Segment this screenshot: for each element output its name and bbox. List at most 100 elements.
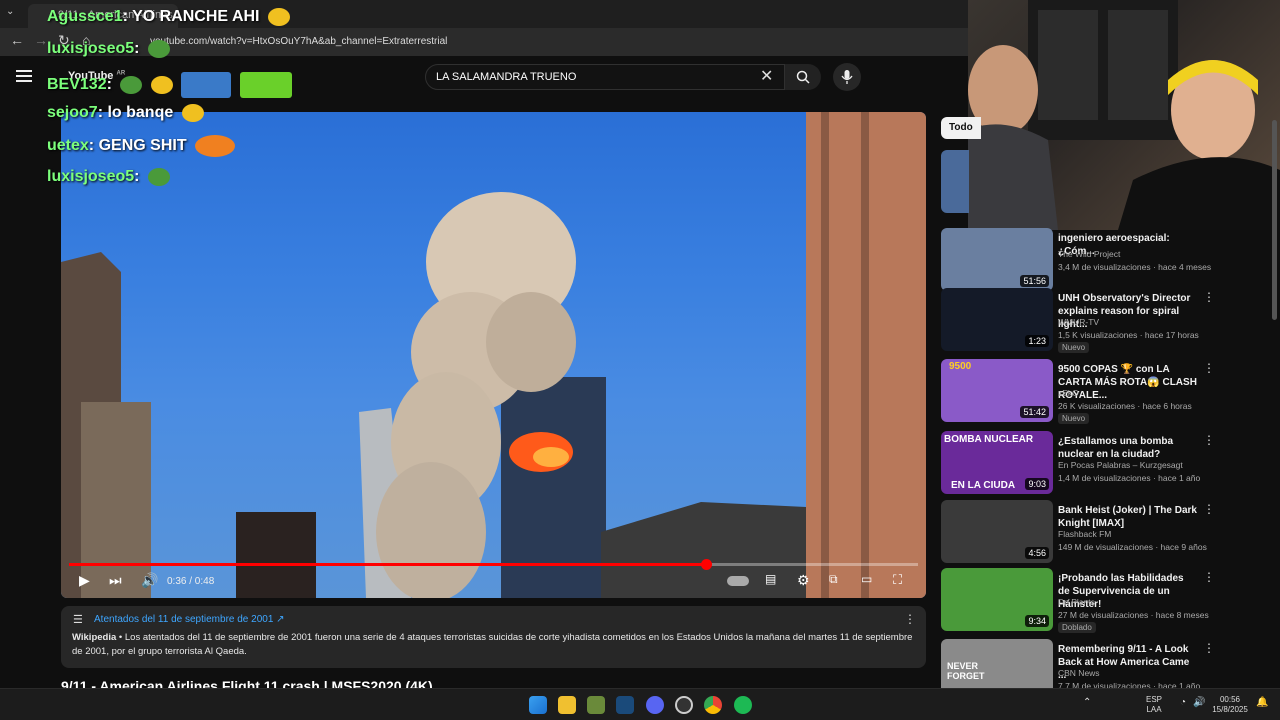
recommended-video[interactable]: 1:23 UNH Observatory's Director explains… [941,288,1241,353]
wifi-icon[interactable]: ◔ [1180,698,1186,708]
clock-time: 00:56 [1219,695,1241,704]
more-options-icon[interactable]: ⋮ [1203,570,1215,584]
view-meta: 26 K visualizaciones · hace 6 horas [1058,401,1192,411]
more-options-icon[interactable]: ⋮ [1203,361,1215,375]
clear-search-icon[interactable]: ✕ [760,66,773,86]
dubbed-badge: Doblado [1058,622,1096,633]
language-code: ESP [1146,695,1163,704]
recommended-video[interactable]: 9500 51:42 9500 COPAS 🏆 con LA CARTA MÁS… [941,359,1241,424]
tray-chevron-icon[interactable]: ⌃ [1083,698,1091,708]
chat-text: YO RANCHE AHI [132,8,260,26]
new-badge: Nuevo [1058,413,1090,424]
more-options-icon[interactable]: ⋮ [1203,433,1215,447]
windows-taskbar: ⌃ ◔ 🔊 ESP LAA 00:56 15/8/2025 🔔 [0,688,1280,720]
scrubber-handle[interactable] [700,559,712,570]
volume-icon[interactable]: 🔊 [1193,698,1205,708]
progress-bar[interactable] [69,559,918,570]
duration-badge: 51:56 [1020,275,1049,287]
more-options-icon[interactable]: ⋮ [1203,290,1215,304]
video-player[interactable]: ▶ ⏭ 🔊 0:36 / 0:48 ▤ ⚙ ⧉ ▭ ⛶ [61,112,926,598]
view-meta: 1,4 M de visualizaciones · hace 1 año [1058,473,1201,483]
info-icon: ☰ [73,614,83,626]
description-source: Wikipedia [72,632,117,643]
emote-icon [267,8,290,26]
language-indicator[interactable]: ESP LAA [1146,695,1162,715]
video-thumbnail: 9500 51:42 [941,359,1053,422]
chip-all[interactable]: Todo [941,117,981,139]
more-options-icon[interactable]: ⋮ [1203,641,1215,655]
search-button[interactable] [785,64,821,90]
miniplayer-icon[interactable]: ⧉ [829,572,838,587]
thumbnail-text: NEVER FORGET [947,661,985,681]
duration-badge: 9:03 [1025,478,1049,490]
search-icon [796,70,810,84]
pepe-emote-icon [120,76,143,94]
file-explorer-icon[interactable] [558,696,576,714]
next-icon[interactable]: ⏭ [109,572,122,589]
play-icon[interactable]: ▶ [79,572,90,589]
chrome-icon[interactable] [704,696,722,714]
chat-username: uetex [47,137,89,155]
progress-played [69,563,706,566]
terminal-icon[interactable] [587,696,605,714]
duration-badge: 51:42 [1020,406,1049,418]
channel-name: The Wild Project [1058,249,1121,259]
fullscreen-icon[interactable]: ⛶ [893,572,902,588]
obs-icon[interactable] [675,696,693,714]
channel-name: En Pocas Palabras – Kurzgesagt [1058,460,1183,470]
channel-name: Dr. Plants [1058,597,1095,607]
voice-search-button[interactable] [833,63,861,91]
chat-text: lo banqe [107,104,174,122]
pepe-emote-icon [147,40,170,58]
chat-message: uetex: GENG SHIT [47,135,236,157]
video-thumbnail: 9:34 [941,568,1053,631]
url-field[interactable]: youtube.com/watch?v=HtxOsOuY7hA&ab_chann… [150,36,447,47]
more-options-icon[interactable]: ⋮ [1203,502,1215,516]
view-meta: 149 M de visualizaciones · hace 9 años [1058,542,1207,552]
description-text: Wikipedia • Los atentados del 11 de sept… [72,632,913,657]
discord-icon[interactable] [646,696,664,714]
spotify-icon[interactable] [734,696,752,714]
back-icon[interactable]: ← [10,32,24,48]
video-description[interactable]: ☰ Atentados del 11 de septiembre de 2001… [61,606,926,668]
tab-list-icon[interactable]: ⌄ [6,6,14,17]
channel-name: Flashback FM [1058,529,1112,539]
channel-name: WMUR-TV [1058,317,1100,327]
recommended-video[interactable]: 9:34 ¡Probando las Habilidades de Superv… [941,568,1241,633]
recommended-video[interactable]: 4:56 Bank Heist (Joker) | The Dark Knigh… [941,500,1241,564]
notifications-icon[interactable]: 🔔 [1256,698,1268,708]
settings-icon[interactable]: ⚙ [797,572,810,589]
menu-icon[interactable] [16,70,32,82]
video-thumbnail: 4:56 [941,500,1053,563]
recommended-thumb-partial[interactable] [941,150,969,213]
laugh-emote-icon [195,135,236,157]
volume-icon[interactable]: 🔊 [141,572,158,589]
video-thumbnail: 1:23 [941,288,1053,351]
more-options-icon[interactable]: ⋮ [904,612,916,626]
windows-start-icon[interactable] [529,696,547,714]
recommended-video[interactable]: BOMBA NUCLEAR EN LA CIUDA 9:03 ¿Estallam… [941,431,1241,495]
description-link[interactable]: Atentados del 11 de septiembre de 2001 ↗ [94,614,915,625]
forward-icon[interactable]: → [34,32,48,48]
chat-message: sejoo7: lo banqe [47,104,204,122]
chat-text: GENG SHIT [98,137,187,155]
clock[interactable]: 00:56 15/8/2025 [1210,695,1250,715]
emote-icon [150,76,173,94]
chat-username: luxisjoseo5 [47,40,135,58]
microphone-icon [841,70,853,84]
autoplay-toggle[interactable] [727,576,749,586]
view-meta: 1,5 K visualizaciones · hace 17 horas [1058,330,1199,340]
recommended-title: 9500 COPAS 🏆 con LA CARTA MÁS ROTA😱 CLAS… [1058,364,1197,401]
chat-message: luxisjoseo5: [47,168,170,186]
subtitles-icon[interactable]: ▤ [765,572,776,586]
steam-icon[interactable] [616,696,634,714]
thumbnail-text: EN LA CIUDA [951,480,1016,491]
theater-mode-icon[interactable]: ▭ [861,572,872,586]
clock-date: 15/8/2025 [1212,705,1248,714]
search-input[interactable]: LA SALAMANDRA TRUENO [425,64,785,90]
chat-username: BEV132 [47,76,107,94]
thumbnail-text: 9500 [949,361,972,372]
recommended-video[interactable]: 51:56 ingeniero aeroespacial: ¿Cóm... Th… [941,228,1241,292]
duration-badge: 9:34 [1025,615,1049,627]
view-meta: 27 M de visualizaciones · hace 8 meses [1058,610,1209,620]
